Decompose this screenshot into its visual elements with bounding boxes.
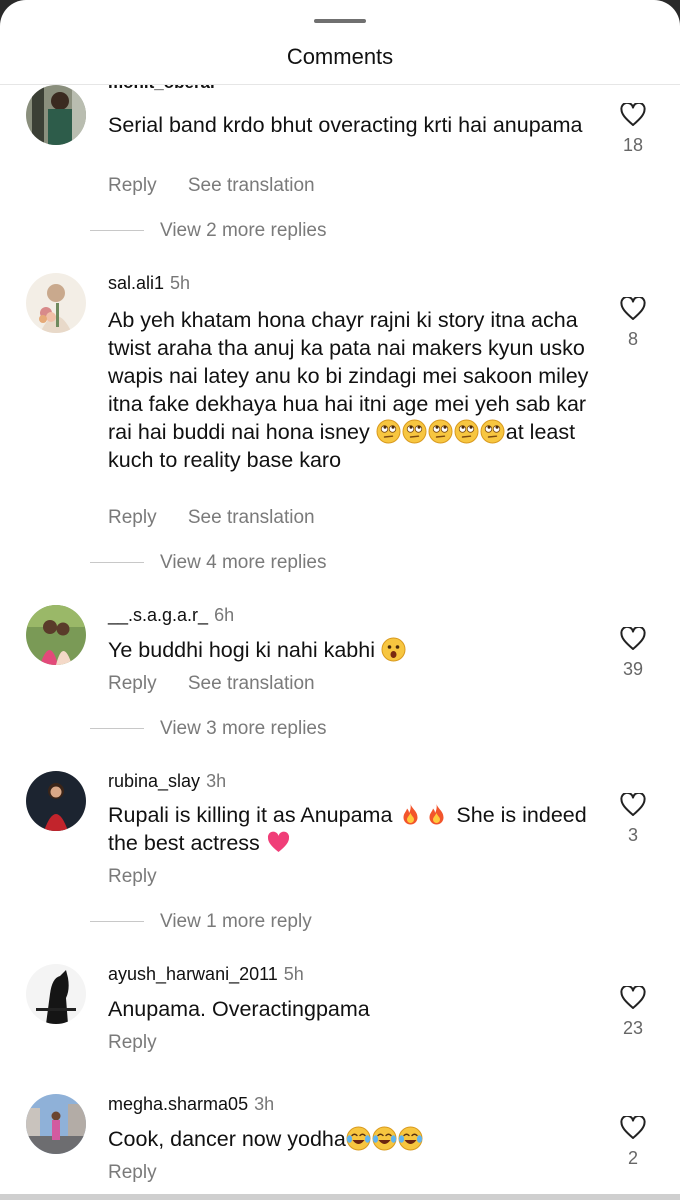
view-replies-button[interactable]: View 2 more replies (90, 220, 327, 242)
view-replies-button[interactable]: View 4 more replies (90, 552, 327, 574)
view-replies-button[interactable]: View 3 more replies (90, 718, 327, 740)
avatar[interactable] (26, 85, 86, 145)
avatar[interactable] (26, 605, 86, 665)
see-translation-button[interactable]: See translation (188, 507, 315, 528)
avatar[interactable] (26, 273, 86, 333)
rolling-eyes-emoji (376, 419, 401, 444)
like-count: 18 (622, 135, 644, 155)
reply-button[interactable]: Reply (108, 1162, 157, 1183)
comment-text: Cook, dancer now yodha (108, 1125, 598, 1153)
rolling-eyes-emoji (402, 419, 427, 444)
like-control[interactable]: 2 (608, 1116, 658, 1169)
comments-sheet: Comments mohit_oberai Serial band krdo b… (0, 0, 680, 1200)
comment-actions: Reply See translation (108, 673, 341, 695)
comment-actions: Reply (108, 866, 183, 888)
comment-text: Rupali is killing it as Anupama She is i… (108, 802, 587, 855)
tears-of-joy-emoji (372, 1126, 397, 1151)
see-translation-button[interactable]: See translation (188, 175, 315, 196)
comment-username[interactable]: __.s.a.g.a.r_ 6h (108, 605, 234, 626)
rolling-eyes-emoji (454, 419, 479, 444)
view-replies-button[interactable]: View 1 more reply (90, 911, 312, 933)
astonished-face-emoji (381, 637, 406, 662)
like-control[interactable]: 23 (608, 986, 658, 1039)
comment-username[interactable]: ayush_harwani_2011 5h (108, 964, 304, 985)
bottom-edge (0, 1194, 680, 1200)
heart-icon[interactable] (620, 1116, 646, 1140)
like-control[interactable]: 18 (608, 103, 658, 156)
see-translation-button[interactable]: See translation (188, 673, 315, 694)
comment-actions: Reply (108, 1162, 183, 1184)
comment-text: Ye buddhi hogi ki nahi kabhi (108, 636, 598, 664)
comment-actions: Reply See translation (108, 507, 341, 529)
reply-button[interactable]: Reply (108, 507, 157, 528)
pink-heart-emoji (266, 830, 291, 855)
tears-of-joy-emoji (346, 1126, 371, 1151)
heart-icon[interactable] (620, 793, 646, 817)
replies-divider (90, 562, 144, 564)
comment-text: Ab yeh khatam hona chayr rajni ki story … (108, 308, 589, 472)
like-control[interactable]: 39 (608, 627, 658, 680)
drag-handle[interactable] (314, 19, 366, 23)
comment-text: Anupama. Overactingpama (108, 997, 370, 1021)
heart-icon[interactable] (620, 986, 646, 1010)
like-count: 2 (627, 1148, 638, 1168)
reply-button[interactable]: Reply (108, 673, 157, 694)
like-count: 23 (622, 1018, 644, 1038)
comment-username[interactable]: megha.sharma05 3h (108, 1094, 274, 1115)
comment-text: Serial band krdo bhut overacting krti ha… (108, 113, 583, 137)
comment-username[interactable]: sal.ali1 5h (108, 273, 190, 294)
avatar[interactable] (26, 964, 86, 1024)
replies-divider (90, 728, 144, 730)
like-control[interactable]: 3 (608, 793, 658, 846)
comment-actions: Reply (108, 1032, 183, 1054)
reply-button[interactable]: Reply (108, 866, 157, 887)
tears-of-joy-emoji (398, 1126, 423, 1151)
comment-actions: Reply See translation (108, 175, 341, 197)
rolling-eyes-emoji (480, 419, 505, 444)
reply-button[interactable]: Reply (108, 1032, 157, 1053)
like-count: 3 (627, 825, 638, 845)
sheet-title: Comments (286, 44, 394, 69)
like-count: 39 (622, 659, 644, 679)
comments-list[interactable]: mohit_oberai Serial band krdo bhut overa… (0, 85, 680, 1200)
fire-emoji (424, 802, 449, 827)
like-count: 8 (627, 329, 638, 349)
avatar[interactable] (26, 771, 86, 831)
heart-icon[interactable] (620, 627, 646, 651)
comment-username[interactable]: rubina_slay 3h (108, 771, 226, 792)
rolling-eyes-emoji (428, 419, 453, 444)
reply-button[interactable]: Reply (108, 175, 157, 196)
replies-divider (90, 230, 144, 232)
fire-emoji (398, 802, 423, 827)
replies-divider (90, 921, 144, 923)
avatar[interactable] (26, 1094, 86, 1154)
truncated-username: mohit_oberai (108, 85, 215, 93)
like-control[interactable]: 8 (608, 297, 658, 350)
heart-icon[interactable] (620, 297, 646, 321)
heart-icon[interactable] (620, 103, 646, 127)
